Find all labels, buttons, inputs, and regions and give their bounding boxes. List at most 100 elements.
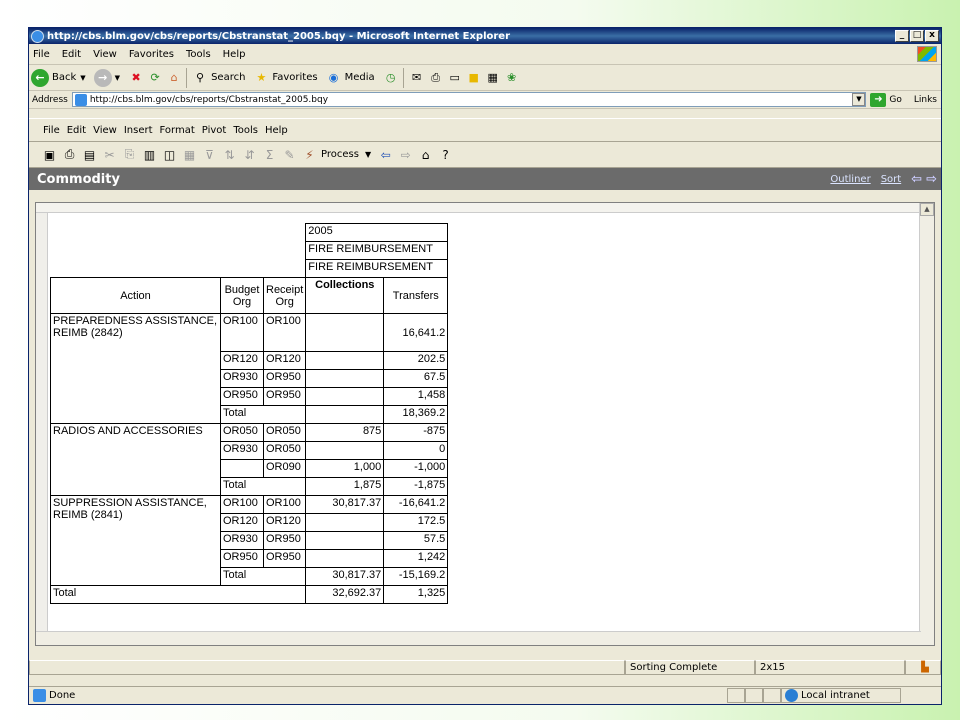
page-done-icon (33, 689, 46, 702)
close-button[interactable]: x (925, 30, 939, 42)
maximize-button[interactable]: □ (910, 30, 924, 42)
view-columns-icon[interactable]: ◫ (161, 146, 178, 163)
refresh-icon[interactable]: ⟳ (147, 70, 163, 86)
collections-cell (305, 513, 385, 532)
header-budget-org[interactable]: Budget Org (220, 277, 264, 314)
section-icon[interactable]: ▥ (141, 146, 158, 163)
collections-cell (305, 351, 385, 370)
favorites-label: Favorites (272, 72, 318, 83)
app-menu-view[interactable]: View (93, 125, 117, 136)
media-icon: ◉ (328, 71, 339, 84)
header-action[interactable]: Action (50, 277, 221, 314)
forward-arrow-icon: → (93, 68, 112, 87)
media-label: Media (344, 72, 375, 83)
horizontal-scrollbar[interactable] (36, 631, 921, 645)
action-cell: RADIOS AND ACCESSORIES (50, 423, 221, 496)
sum-icon[interactable]: Σ (261, 146, 278, 163)
transfers-cell: 0 (383, 441, 449, 460)
menu-file[interactable]: File (33, 49, 50, 60)
mail-icon[interactable]: ✉ (409, 70, 425, 86)
column-ruler (36, 203, 934, 213)
minimize-button[interactable]: _ (895, 30, 909, 42)
outliner-link[interactable]: Outliner (830, 174, 870, 185)
address-dropdown-icon[interactable]: ▼ (852, 93, 866, 106)
vertical-scrollbar[interactable]: ▲ (919, 203, 934, 645)
home-icon[interactable]: ⌂ (417, 146, 434, 163)
receipt-org-cell: OR050 (262, 423, 307, 442)
search-button[interactable]: ⚲ Search (192, 70, 245, 86)
header-receipt-org[interactable]: Receipt Org (262, 277, 307, 314)
app-menu-insert[interactable]: Insert (124, 125, 153, 136)
menu-favorites[interactable]: Favorites (129, 49, 174, 60)
go-button[interactable]: Go (889, 95, 901, 105)
header-transfers[interactable]: Transfers (383, 277, 449, 314)
menu-tools[interactable]: Tools (186, 49, 211, 60)
pivot-report-area[interactable]: ▲ 2005 FIRE REIMBURSEMENT FIRE REIMBURSE… (35, 202, 935, 646)
bqy-application: File Edit View Insert Format Pivot Tools… (29, 118, 941, 686)
app-menu-help[interactable]: Help (265, 125, 288, 136)
app-menu-file[interactable]: File (43, 125, 60, 136)
app-menu-format[interactable]: Format (160, 125, 195, 136)
sort-link[interactable]: Sort (881, 174, 902, 185)
back-arrow-icon[interactable]: ⇦ (377, 146, 394, 163)
print-preview-icon[interactable]: ▤ (81, 146, 98, 163)
next-section-icon[interactable]: ⇨ (926, 172, 937, 187)
layout-icon[interactable]: ▦ (181, 146, 198, 163)
filter-label-2: FIRE REIMBURSEMENT (305, 259, 449, 278)
collections-cell: 30,817.37 (305, 495, 385, 514)
links-button[interactable]: Links (914, 95, 937, 105)
history-icon[interactable]: ◷ (383, 70, 399, 86)
menu-edit[interactable]: Edit (62, 49, 81, 60)
transfers-cell: 57.5 (383, 531, 449, 550)
search-icon: ⚲ (196, 71, 205, 84)
research-icon[interactable]: ▦ (485, 70, 501, 86)
app-menu-pivot[interactable]: Pivot (202, 125, 227, 136)
receipt-org-cell: OR120 (262, 351, 307, 370)
collections-cell (305, 387, 385, 406)
subtotal-label: Total (219, 477, 307, 496)
sort-descending-icon[interactable]: ⇵ (241, 146, 258, 163)
filter-icon[interactable]: ⊽ (201, 146, 218, 163)
grand-total-transfers: 1,325 (383, 585, 449, 604)
menu-view[interactable]: View (93, 49, 117, 60)
previous-section-icon[interactable]: ⇦ (911, 172, 922, 187)
edit-icon[interactable]: ▭ (447, 70, 463, 86)
copy-icon[interactable]: ⎘ (121, 146, 138, 163)
cut-icon[interactable]: ✂ (101, 146, 118, 163)
sort-ascending-icon[interactable]: ⇅ (221, 146, 238, 163)
media-button[interactable]: ◉ Media (326, 70, 375, 86)
transfers-cell: -1,000 (383, 459, 449, 478)
stop-icon[interactable]: ✖ (128, 70, 144, 86)
page-icon (74, 93, 87, 106)
scroll-up-icon[interactable]: ▲ (920, 203, 934, 216)
intranet-globe-icon (785, 689, 798, 702)
print-icon[interactable]: ⎙ (61, 146, 78, 163)
go-arrow-icon[interactable]: ➜ (870, 92, 887, 107)
app-menu-edit[interactable]: Edit (67, 125, 86, 136)
print-icon[interactable]: ⎙ (428, 70, 444, 86)
forward-arrow-icon[interactable]: ⇨ (397, 146, 414, 163)
process-label: Process (321, 149, 359, 160)
receipt-org-cell: OR090 (262, 459, 307, 478)
header-collections[interactable]: Collections (305, 277, 385, 314)
transfers-cell: -16,641.2 (383, 495, 449, 514)
transfers-cell: 1,458 (383, 387, 449, 406)
transfers-cell: 202.5 (383, 351, 449, 370)
help-icon[interactable]: ? (437, 146, 454, 163)
home-icon[interactable]: ⌂ (166, 70, 182, 86)
favorites-button[interactable]: ★ Favorites (253, 70, 317, 86)
messenger-icon[interactable]: ❀ (504, 70, 520, 86)
process-button[interactable]: ⚡ Process ▼ (301, 146, 371, 163)
filter-label-1: FIRE REIMBURSEMENT (305, 241, 449, 260)
menu-help[interactable]: Help (223, 49, 246, 60)
budget-org-cell: OR100 (220, 313, 264, 352)
back-button[interactable]: ← Back ▼ (31, 68, 86, 87)
app-menu-tools[interactable]: Tools (233, 125, 258, 136)
forward-button[interactable]: → ▼ (93, 68, 120, 87)
folder-icon[interactable]: ■ (466, 70, 482, 86)
window-title: http://cbs.blm.gov/cbs/reports/Cbstranst… (47, 30, 511, 42)
pencil-icon[interactable]: ✎ (281, 146, 298, 163)
save-icon[interactable]: ▣ (41, 146, 58, 163)
subtotal-collections (305, 405, 385, 424)
address-input[interactable]: http://cbs.blm.gov/cbs/reports/Cbstranst… (71, 92, 867, 107)
